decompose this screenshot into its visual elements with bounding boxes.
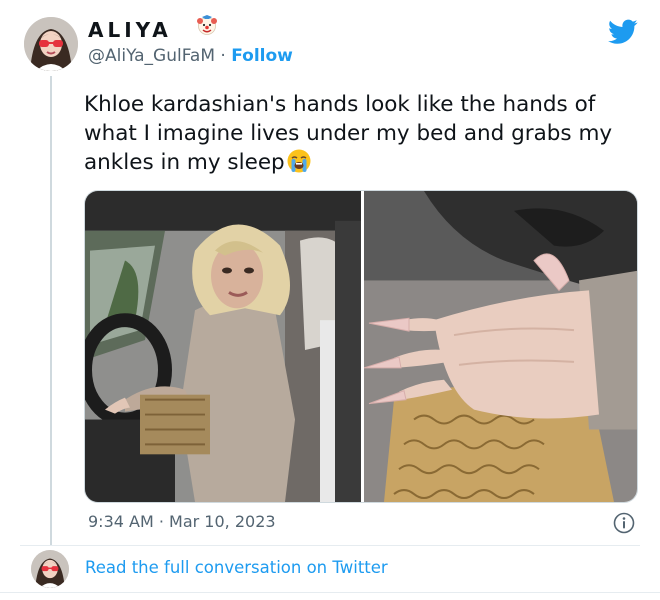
bottom-border bbox=[0, 592, 660, 593]
tweet-timestamp[interactable]: 9:34 AM · Mar 10, 2023 bbox=[88, 512, 276, 531]
tweet-text-content: Khloe kardashian's hands look like the h… bbox=[84, 92, 613, 175]
follow-button[interactable]: Follow bbox=[231, 46, 293, 66]
author-handle-line: @AliYa_GulFaM · Follow bbox=[88, 46, 293, 66]
thread-line bbox=[50, 76, 52, 546]
loudly-crying-face-icon bbox=[287, 149, 311, 173]
read-full-conversation-link[interactable]: Read the full conversation on Twitter bbox=[85, 558, 388, 577]
clown-face-icon bbox=[197, 15, 217, 35]
photo-woman-in-car[interactable] bbox=[85, 191, 361, 502]
tweet-media[interactable] bbox=[84, 190, 638, 503]
author-handle[interactable]: @AliYa_GulFaM bbox=[88, 46, 215, 66]
photo-hands-closeup[interactable] bbox=[364, 191, 637, 502]
footer-avatar[interactable] bbox=[31, 550, 69, 588]
author-display-name[interactable]: ALIYA bbox=[88, 18, 172, 42]
twitter-logo-icon[interactable] bbox=[608, 19, 638, 45]
tweet-text: Khloe kardashian's hands look like the h… bbox=[84, 90, 644, 177]
divider bbox=[20, 545, 640, 546]
handle-separator: · bbox=[220, 46, 226, 66]
info-icon[interactable] bbox=[613, 512, 635, 534]
author-avatar[interactable] bbox=[24, 17, 78, 71]
